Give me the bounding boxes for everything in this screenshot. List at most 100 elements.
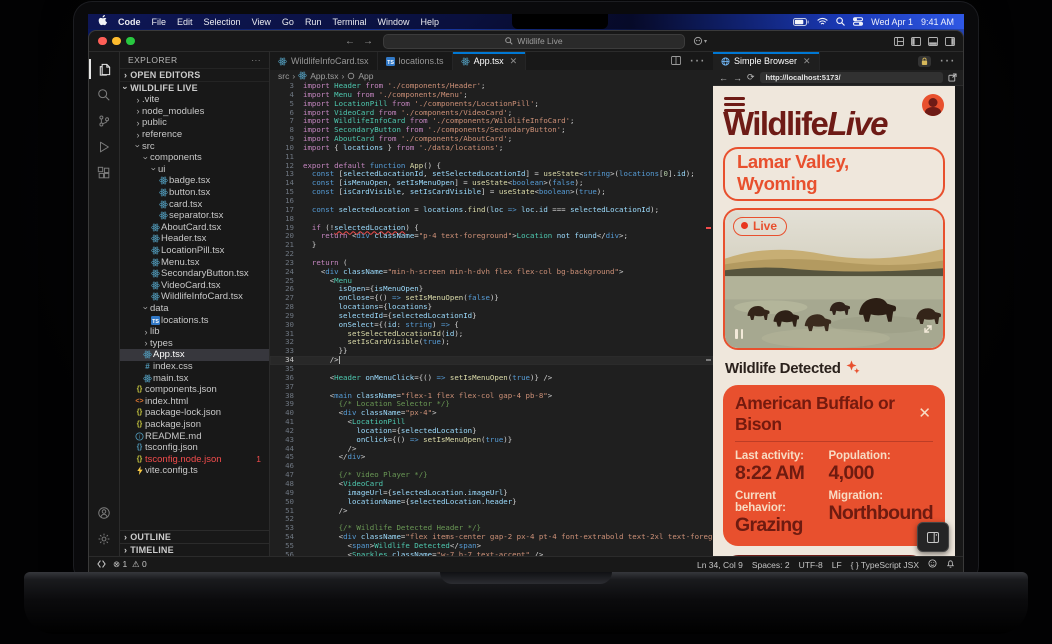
tab-locations.ts[interactable]: TSlocations.ts [378, 52, 453, 70]
expand-icon[interactable] [922, 322, 934, 340]
wifi-icon[interactable] [817, 17, 828, 26]
search-sidebar-icon[interactable] [89, 82, 119, 108]
tree-item-types[interactable]: ›types [120, 337, 269, 349]
apple-menu-icon[interactable] [98, 15, 107, 28]
close-detection-icon[interactable]: ✕ [916, 406, 933, 421]
source-control-icon[interactable] [89, 108, 119, 134]
split-editor-icon[interactable] [671, 52, 681, 70]
history-back-button[interactable]: ← [345, 36, 355, 47]
run-debug-icon[interactable] [89, 134, 119, 160]
status-item[interactable]: UTF-8 [799, 560, 823, 570]
browser-back-icon[interactable]: ← [719, 73, 728, 83]
code-editor[interactable]: 3import Header from './components/Header… [270, 81, 713, 556]
tree-item-card.tsx[interactable]: card.tsx [120, 198, 269, 210]
menu-item-code[interactable]: Code [118, 17, 141, 27]
tree-item-data[interactable]: ›data [120, 303, 269, 315]
timeline-section[interactable]: ›TIMELINE [120, 543, 269, 556]
tree-item-package.json[interactable]: {}package.json [120, 419, 269, 431]
control-center-icon[interactable] [853, 17, 863, 26]
status-item[interactable]: Ln 34, Col 9 [697, 560, 743, 570]
menu-item-terminal[interactable]: Terminal [332, 17, 366, 27]
tab-wildlifeinfocard.tsx[interactable]: WildlifeInfoCard.tsx [270, 52, 378, 70]
close-tab-icon[interactable]: ✕ [510, 56, 518, 67]
tree-item-lib[interactable]: ›lib [120, 326, 269, 338]
battery-icon[interactable] [793, 18, 809, 26]
tree-item-main.tsx[interactable]: main.tsx [120, 372, 269, 384]
toggle-primary-sidebar-icon[interactable] [911, 37, 921, 46]
menu-bar-date[interactable]: Wed Apr 1 [871, 17, 913, 27]
problems-indicator[interactable]: ⊗ 1 ⚠ 0 [113, 559, 147, 570]
lock-icon[interactable] [918, 56, 931, 67]
tree-item-index.html[interactable]: <>index.html [120, 395, 269, 407]
tree-item-public[interactable]: ›public [120, 117, 269, 129]
floating-layout-widget[interactable] [917, 522, 949, 552]
tab-simple-browser[interactable]: Simple Browser✕ [713, 52, 820, 70]
tree-item-header.tsx[interactable]: Header.tsx [120, 233, 269, 245]
status-item[interactable]: { } TypeScript JSX [851, 560, 919, 570]
tree-item-locationpill.tsx[interactable]: LocationPill.tsx [120, 245, 269, 257]
close-tab-icon[interactable]: ✕ [803, 56, 811, 67]
menu-item-run[interactable]: Run [305, 17, 322, 27]
open-external-icon[interactable] [948, 69, 957, 87]
tree-item-node_modules[interactable]: ›node_modules [120, 106, 269, 118]
settings-gear-icon[interactable] [89, 526, 119, 552]
tree-item-videocard.tsx[interactable]: VideoCard.tsx [120, 280, 269, 292]
tree-item-tsconfig.node.json[interactable]: {}tsconfig.node.json1 [120, 453, 269, 465]
tree-item-separator.tsx[interactable]: separator.tsx [120, 210, 269, 222]
avatar[interactable] [922, 94, 944, 116]
tab-app.tsx[interactable]: App.tsx✕ [453, 52, 527, 70]
browser-more-actions-icon[interactable]: ··· [939, 52, 955, 70]
tree-item-src[interactable]: ›src [120, 140, 269, 152]
zoom-window-button[interactable] [126, 37, 135, 46]
history-forward-button[interactable]: → [363, 36, 373, 47]
tree-item-components.json[interactable]: {}components.json [120, 384, 269, 396]
tree-item-package-lock.json[interactable]: {}package-lock.json [120, 407, 269, 419]
outline-section[interactable]: ›OUTLINE [120, 531, 269, 543]
workspace-root[interactable]: ›WILDLIFE LIVE [120, 82, 269, 94]
remote-window-icon[interactable] [97, 560, 106, 570]
tree-item-secondarybutton.tsx[interactable]: SecondaryButton.tsx [120, 268, 269, 280]
browser-forward-icon[interactable]: → [733, 73, 742, 83]
tree-item-locations.ts[interactable]: TSlocations.ts [120, 314, 269, 326]
toggle-secondary-sidebar-icon[interactable] [945, 37, 955, 46]
tree-item-tsconfig.json[interactable]: {}tsconfig.json [120, 442, 269, 454]
menu-item-window[interactable]: Window [377, 17, 409, 27]
toggle-panel-icon[interactable] [928, 37, 938, 46]
tree-item-badge.tsx[interactable]: badge.tsx [120, 175, 269, 187]
explorer-actions-icon[interactable]: ··· [251, 55, 261, 65]
status-item[interactable]: Spaces: 2 [752, 560, 790, 570]
menu-item-help[interactable]: Help [420, 17, 439, 27]
menu-item-selection[interactable]: Selection [204, 17, 241, 27]
browser-reload-icon[interactable]: ⟳ [747, 72, 755, 83]
tree-item-aboutcard.tsx[interactable]: AboutCard.tsx [120, 222, 269, 234]
menu-item-edit[interactable]: Edit [177, 17, 193, 27]
add-species-button[interactable]: Western Meadowlark+ [723, 555, 926, 556]
tree-item-button.tsx[interactable]: button.tsx [120, 187, 269, 199]
pause-icon[interactable] [735, 329, 743, 339]
tree-item-readme.md[interactable]: iREADME.md [120, 430, 269, 442]
breadcrumb[interactable]: src›App.tsx›App [270, 70, 713, 81]
live-video-card[interactable]: Live [723, 208, 945, 350]
tree-item-menu.tsx[interactable]: Menu.tsx [120, 256, 269, 268]
customize-layout-icon[interactable] [894, 37, 904, 46]
menu-bar-time[interactable]: 9:41 AM [921, 17, 954, 27]
command-center-search[interactable]: Wildlife Live [383, 34, 685, 49]
tree-item-vite.config.ts[interactable]: vite.config.ts [120, 465, 269, 477]
close-window-button[interactable] [98, 37, 107, 46]
spotlight-search-icon[interactable] [836, 17, 845, 26]
accounts-icon[interactable] [89, 500, 119, 526]
extensions-icon[interactable] [89, 160, 119, 186]
location-pill[interactable]: Lamar Valley, Wyoming [723, 147, 945, 201]
feedback-icon[interactable] [928, 559, 937, 570]
explorer-icon[interactable] [89, 56, 119, 82]
copilot-icon[interactable]: ▾ [693, 36, 707, 46]
menu-item-file[interactable]: File [152, 17, 167, 27]
status-item[interactable]: LF [832, 560, 842, 570]
editor-more-actions-icon[interactable]: ··· [689, 52, 705, 70]
notifications-bell-icon[interactable] [946, 559, 955, 570]
tree-item-index.css[interactable]: #index.css [120, 361, 269, 373]
menu-item-view[interactable]: View [252, 17, 271, 27]
tree-item-components[interactable]: ›components [120, 152, 269, 164]
minimize-window-button[interactable] [112, 37, 121, 46]
tree-item-wildlifeinfocard.tsx[interactable]: WildlifeInfoCard.tsx [120, 291, 269, 303]
